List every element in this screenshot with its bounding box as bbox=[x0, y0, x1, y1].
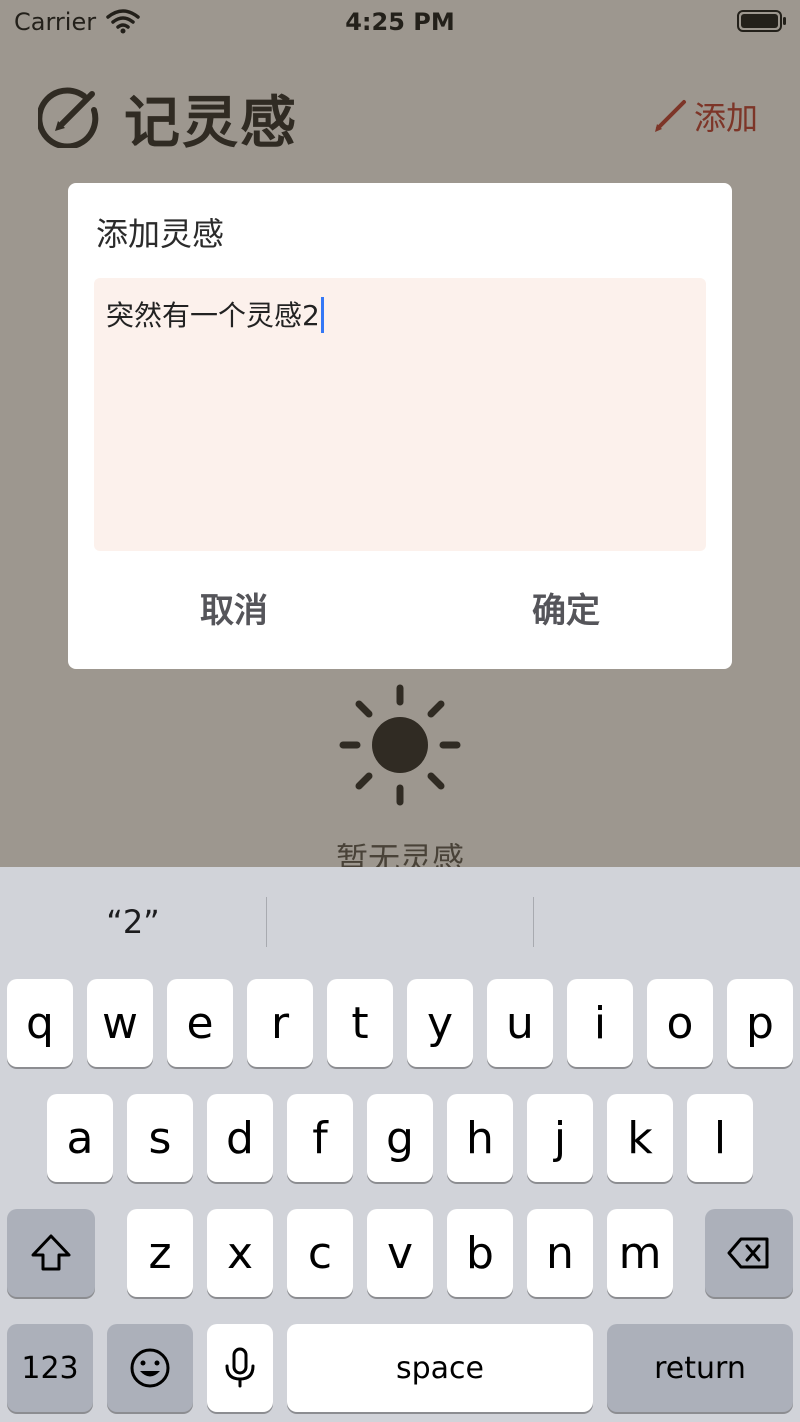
dialog-title: 添加灵感 bbox=[96, 215, 225, 253]
key-e[interactable]: e bbox=[167, 979, 233, 1067]
app-root: Carrier 4:25 PM 记灵感 添加 暂无灵感 添加灵感 突然有一个灵感… bbox=[0, 0, 800, 1422]
key-u[interactable]: u bbox=[487, 979, 553, 1067]
key-c[interactable]: c bbox=[287, 1209, 353, 1297]
suggestion-bar: “2” bbox=[0, 867, 800, 977]
delete-key[interactable] bbox=[705, 1209, 793, 1297]
key-t[interactable]: t bbox=[327, 979, 393, 1067]
key-h[interactable]: h bbox=[447, 1094, 513, 1182]
key-a[interactable]: a bbox=[47, 1094, 113, 1182]
key-j[interactable]: j bbox=[527, 1094, 593, 1182]
shift-key[interactable] bbox=[7, 1209, 95, 1297]
key-s[interactable]: s bbox=[127, 1094, 193, 1182]
textarea-value: 突然有一个灵感2 bbox=[106, 299, 320, 332]
key-f[interactable]: f bbox=[287, 1094, 353, 1182]
key-r[interactable]: r bbox=[247, 979, 313, 1067]
add-inspiration-dialog: 添加灵感 突然有一个灵感2 取消 确定 bbox=[68, 183, 732, 669]
suggestion-1[interactable]: “2” bbox=[0, 867, 266, 977]
key-q[interactable]: q bbox=[7, 979, 73, 1067]
numbers-key[interactable]: 123 bbox=[7, 1324, 93, 1412]
microphone-icon bbox=[225, 1347, 255, 1388]
inspiration-textarea[interactable]: 突然有一个灵感2 bbox=[94, 278, 706, 551]
key-i[interactable]: i bbox=[567, 979, 633, 1067]
suggestion-2[interactable] bbox=[267, 867, 533, 977]
space-key[interactable]: space bbox=[287, 1324, 593, 1412]
key-l[interactable]: l bbox=[687, 1094, 753, 1182]
key-m[interactable]: m bbox=[607, 1209, 673, 1297]
key-v[interactable]: v bbox=[367, 1209, 433, 1297]
key-d[interactable]: d bbox=[207, 1094, 273, 1182]
backspace-icon bbox=[727, 1237, 769, 1269]
key-g[interactable]: g bbox=[367, 1094, 433, 1182]
return-key[interactable]: return bbox=[607, 1324, 793, 1412]
key-b[interactable]: b bbox=[447, 1209, 513, 1297]
key-w[interactable]: w bbox=[87, 979, 153, 1067]
text-caret bbox=[320, 297, 324, 333]
key-o[interactable]: o bbox=[647, 979, 713, 1067]
cancel-button[interactable]: 取消 bbox=[68, 583, 400, 639]
emoji-key[interactable] bbox=[107, 1324, 193, 1412]
suggestion-3[interactable] bbox=[534, 867, 800, 977]
keyboard: “2” q w e r t y u i o p a s d f g h j k … bbox=[0, 867, 800, 1422]
confirm-button[interactable]: 确定 bbox=[400, 583, 732, 639]
microphone-key[interactable] bbox=[207, 1324, 273, 1412]
key-p[interactable]: p bbox=[727, 979, 793, 1067]
key-y[interactable]: y bbox=[407, 979, 473, 1067]
key-n[interactable]: n bbox=[527, 1209, 593, 1297]
key-z[interactable]: z bbox=[127, 1209, 193, 1297]
key-x[interactable]: x bbox=[207, 1209, 273, 1297]
emoji-icon bbox=[130, 1348, 170, 1388]
key-k[interactable]: k bbox=[607, 1094, 673, 1182]
shift-arrow-icon bbox=[31, 1234, 71, 1271]
